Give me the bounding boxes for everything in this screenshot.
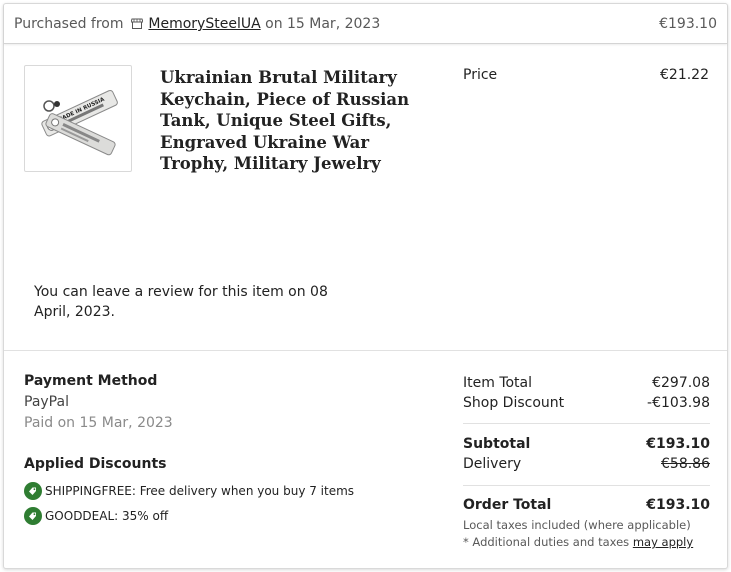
tax-note: Local taxes included (where applicable) [463,518,691,532]
delivery-value: €58.86 [661,456,710,472]
item-total-value: €297.08 [652,375,710,391]
item-total-label: Item Total [463,375,533,391]
shop-discount-label: Shop Discount [463,395,565,411]
discount-tag-icon [24,507,42,525]
discount-tag-icon [24,482,42,500]
review-availability-note: You can leave a review for this item on … [34,284,328,320]
shop-discount-row: Shop Discount -€103.98 [463,395,710,411]
subtotal-row: Subtotal €193.10 [463,436,710,452]
discount-text: GOODDEAL: 35% off [45,509,169,523]
payment-method-title: Payment Method [24,373,158,389]
purchased-from-line: Purchased from MemorySteelUA on 15 Mar, … [14,16,380,32]
header-order-total: €193.10 [659,16,717,32]
purchased-prefix: Purchased from [14,16,124,32]
delivery-row: Delivery €58.86 [463,456,710,472]
totals-divider [463,423,710,424]
discount-text: SHIPPINGFREE: Free delivery when you buy… [45,484,355,498]
discount-item: SHIPPINGFREE: Free delivery when you buy… [24,482,354,500]
order-card: Purchased from MemorySteelUA on 15 Mar, … [3,3,728,569]
price-label: Price [463,67,498,83]
item-title-link[interactable]: Ukrainian Brutal Military Keychain, Piec… [160,67,440,175]
keychain-image: MADE IN RUSSIA [41,89,118,156]
item-thumbnail[interactable]: MADE IN RUSSIA [24,65,132,172]
subtotal-label: Subtotal [463,436,531,452]
purchase-date: on 15 Mar, 2023 [265,16,381,32]
price-value: €21.22 [660,67,709,83]
shop-name-link[interactable]: MemorySteelUA [148,16,260,32]
delivery-label: Delivery [463,456,522,472]
duties-note: * Additional duties and taxes may apply [463,535,693,549]
order-total-value: €193.10 [646,497,710,513]
shop-discount-value: -€103.98 [647,395,710,411]
may-apply-link[interactable]: may apply [633,535,693,549]
shop-icon [130,18,143,29]
discount-item: GOODDEAL: 35% off [24,507,168,525]
order-total-label: Order Total [463,497,552,513]
order-header: Purchased from MemorySteelUA on 15 Mar, … [4,4,727,44]
subtotal-value: €193.10 [646,436,710,452]
order-total-row: Order Total €193.10 [463,497,710,513]
duties-note-text: * Additional duties and taxes [463,535,630,549]
applied-discounts-title: Applied Discounts [24,456,167,472]
item-section: MADE IN RUSSIA Ukrainian Brutal Military… [4,45,727,351]
totals-divider [463,485,710,486]
payment-method-value: PayPal [24,394,69,410]
item-total-row: Item Total €297.08 [463,375,710,391]
paid-on-date: Paid on 15 Mar, 2023 [24,415,173,431]
